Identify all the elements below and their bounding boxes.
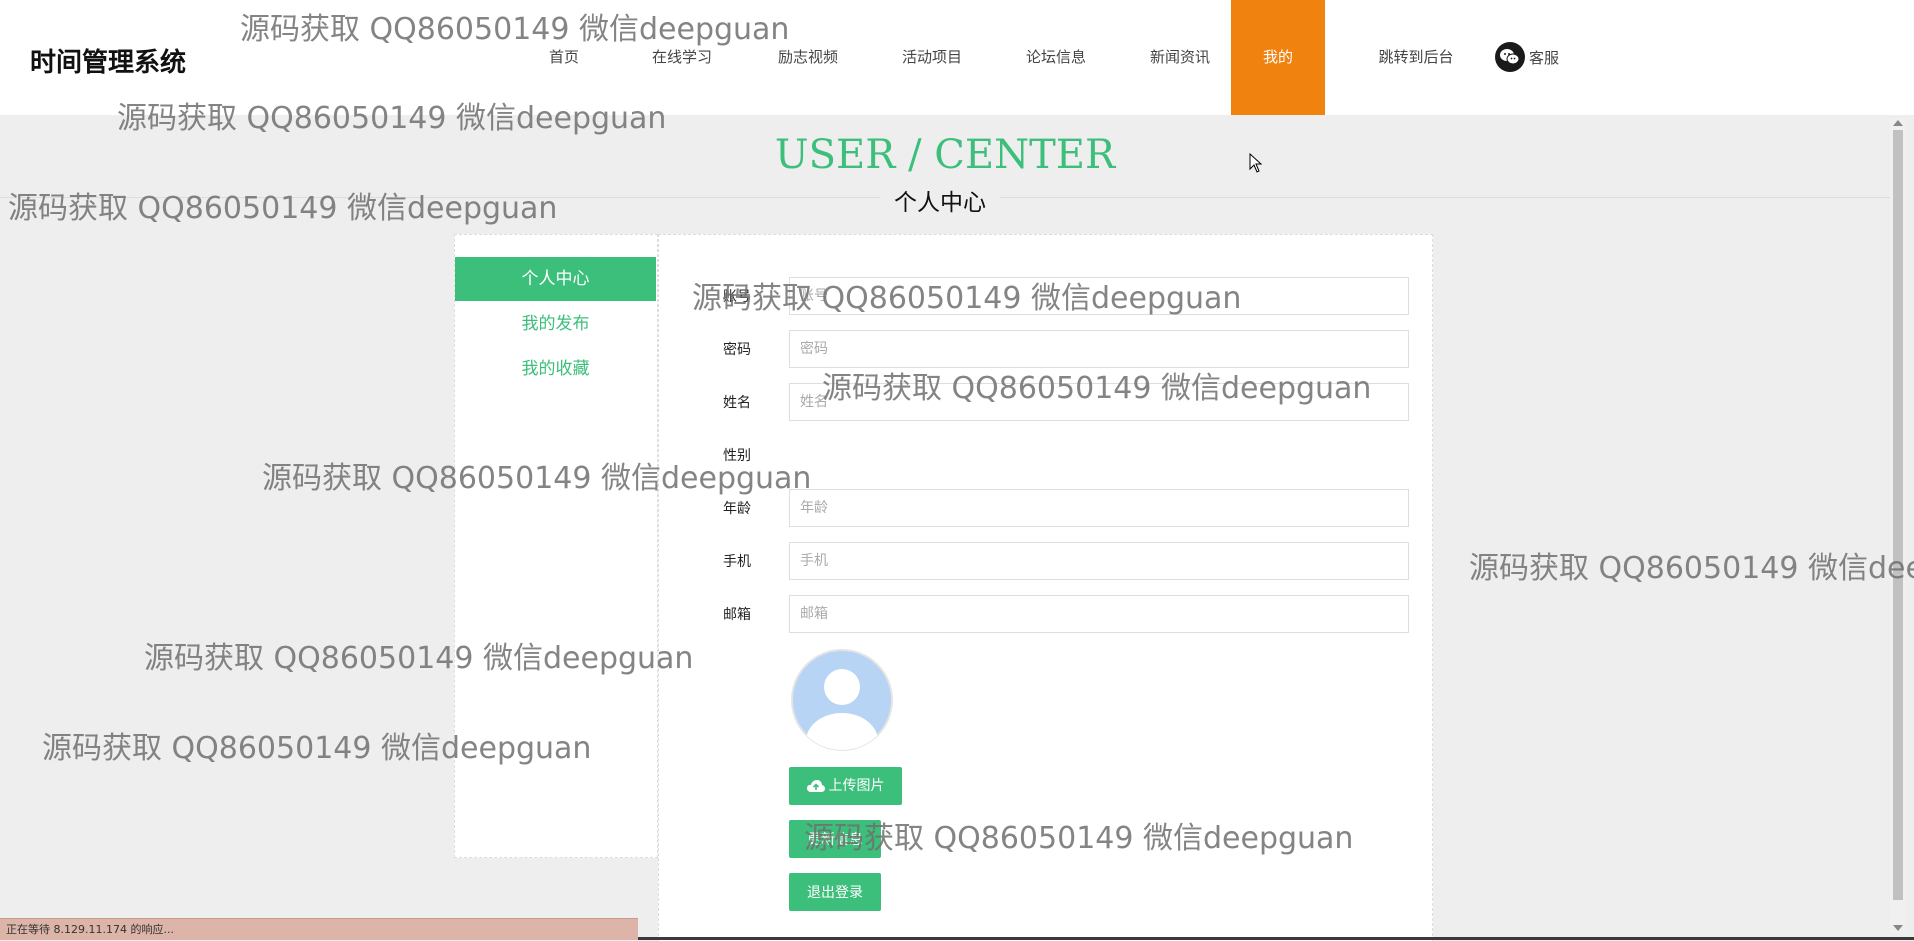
profile-form: 账号 密码 姓名 性别 年龄 手机 邮箱 上 xyxy=(658,234,1433,941)
password-input[interactable] xyxy=(789,330,1409,368)
cloud-upload-icon xyxy=(806,780,825,792)
customer-service-label: 客服 xyxy=(1529,48,1560,67)
side-item-user-center[interactable]: 个人中心 xyxy=(455,257,656,301)
name-input[interactable] xyxy=(789,383,1409,421)
side-item-my-favorites[interactable]: 我的收藏 xyxy=(455,347,656,391)
side-item-my-posts[interactable]: 我的发布 xyxy=(455,302,656,346)
upload-image-label: 上传图片 xyxy=(828,778,885,794)
account-input[interactable] xyxy=(789,277,1409,315)
name-label: 姓名 xyxy=(723,395,751,411)
wechat-icon xyxy=(1495,42,1525,72)
phone-label: 手机 xyxy=(723,554,751,570)
browser-status-bar: 正在等待 8.129.11.174 的响应... xyxy=(0,918,638,940)
nav-admin[interactable]: 跳转到后台 xyxy=(1352,0,1480,115)
watermark: 源码获取 QQ86050149 微信deepguan xyxy=(8,191,558,226)
scroll-up-arrow-icon[interactable] xyxy=(1893,120,1903,126)
form-row-email: 邮箱 xyxy=(659,595,1432,635)
form-row-account: 账号 xyxy=(659,277,1432,317)
gender-label: 性别 xyxy=(723,448,751,464)
scroll-down-arrow-icon[interactable] xyxy=(1893,925,1903,931)
customer-service[interactable]: 客服 xyxy=(1495,42,1559,72)
nav-forum[interactable]: 论坛信息 xyxy=(1002,0,1110,115)
top-header: 时间管理系统 首页 在线学习 励志视频 活动项目 论坛信息 新闻资讯 我的 跳转… xyxy=(0,0,1914,115)
nav-inspiration-videos[interactable]: 励志视频 xyxy=(754,0,862,115)
page-scrollbar[interactable] xyxy=(1890,118,1906,933)
avatar-placeholder xyxy=(791,649,893,751)
page-title-cn: 个人中心 xyxy=(880,183,1000,217)
mouse-cursor-icon xyxy=(1249,153,1263,173)
update-info-button[interactable]: 更新信息 xyxy=(789,820,881,858)
email-input[interactable] xyxy=(789,595,1409,633)
age-label: 年龄 xyxy=(723,501,751,517)
phone-input[interactable] xyxy=(789,542,1409,580)
upload-image-button[interactable]: 上传图片 xyxy=(789,767,902,805)
nav-mine[interactable]: 我的 xyxy=(1231,0,1325,115)
user-side-menu: 个人中心 我的发布 我的收藏 xyxy=(454,234,658,858)
watermark: 源码获取 QQ86050149 微信deepguan xyxy=(1469,551,1914,586)
form-row-phone: 手机 xyxy=(659,542,1432,582)
page-title-en: USER / CENTER xyxy=(774,132,1116,178)
email-label: 邮箱 xyxy=(723,607,751,623)
form-row-age: 年龄 xyxy=(659,489,1432,529)
form-row-password: 密码 xyxy=(659,330,1432,370)
form-row-gender: 性别 xyxy=(659,436,1432,476)
nav-home[interactable]: 首页 xyxy=(520,0,608,115)
nav-news[interactable]: 新闻资讯 xyxy=(1126,0,1234,115)
scroll-thumb[interactable] xyxy=(1893,130,1903,900)
site-logo[interactable]: 时间管理系统 xyxy=(30,42,186,79)
account-label: 账号 xyxy=(723,289,751,305)
age-input[interactable] xyxy=(789,489,1409,527)
form-row-name: 姓名 xyxy=(659,383,1432,423)
logout-button[interactable]: 退出登录 xyxy=(789,873,881,911)
nav-activities[interactable]: 活动项目 xyxy=(878,0,986,115)
password-label: 密码 xyxy=(723,342,751,358)
nav-online-learning[interactable]: 在线学习 xyxy=(628,0,736,115)
